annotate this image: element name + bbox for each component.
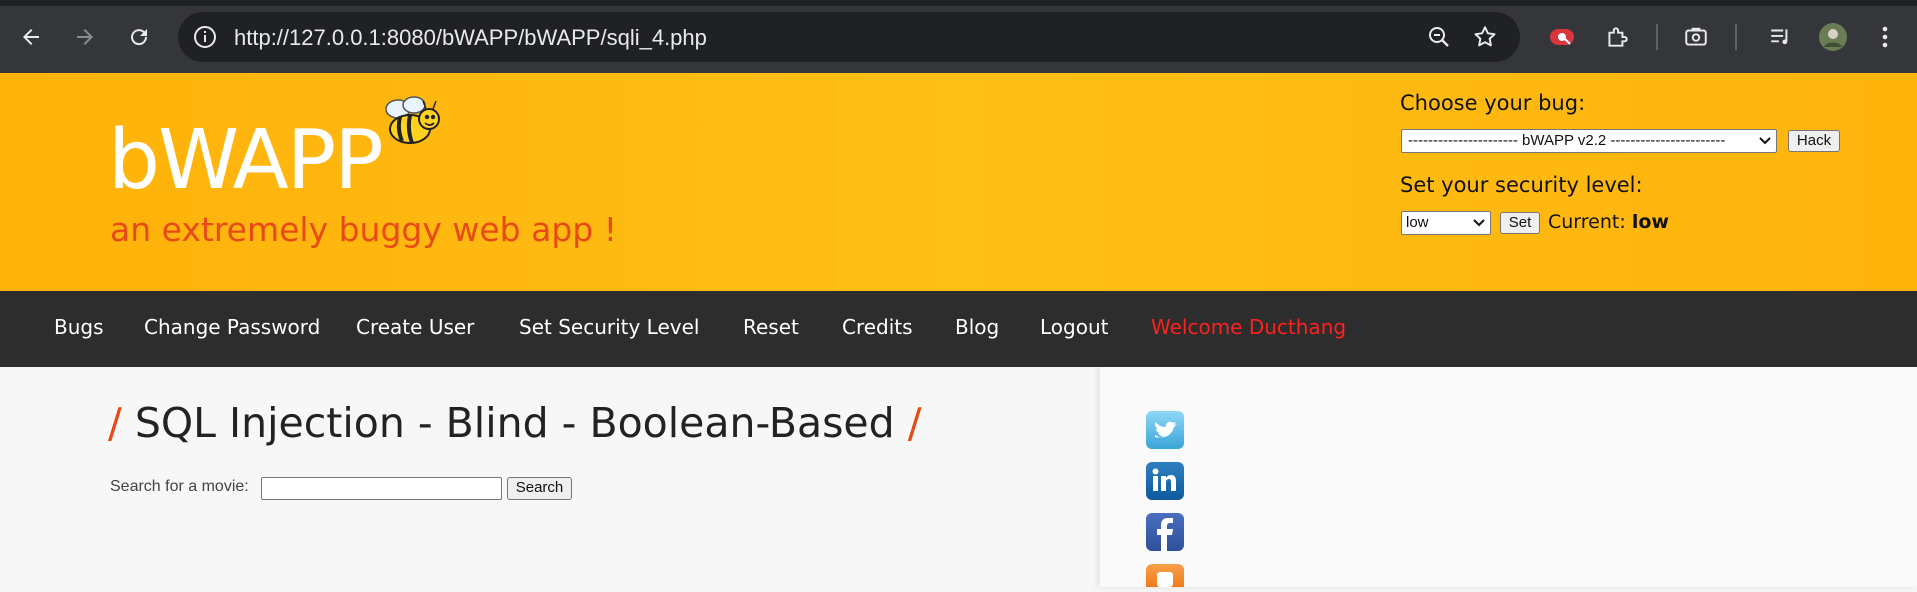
site-info-icon[interactable] [192,24,218,55]
url-text: http://127.0.0.1:8080/bWAPP/bWAPP/sqli_4… [234,25,707,50]
profile-avatar[interactable] [1816,20,1850,54]
reload-icon[interactable] [122,20,156,54]
facebook-icon[interactable] [1146,513,1184,551]
menu-blog[interactable]: Blog [955,315,999,339]
site-header: bWAPP an extremely buggy web app ! Choos… [0,73,1917,291]
more-menu-icon[interactable] [1868,20,1902,54]
main-menu: Bugs Change Password Create User Set Sec… [0,291,1917,367]
menu-change-password[interactable]: Change Password [144,315,320,339]
menu-credits[interactable]: Credits [842,315,913,339]
title-slash-right: / [907,399,922,447]
hack-button[interactable]: Hack [1788,130,1840,152]
blogger-icon[interactable] [1146,564,1184,587]
extensions-puzzle-icon[interactable] [1600,20,1634,54]
search-input[interactable] [261,477,502,500]
welcome-user: Welcome Ducthang [1151,315,1347,339]
security-select-value: low [1406,214,1429,231]
tab-strip-edge [0,0,1917,6]
menu-bugs[interactable]: Bugs [54,315,104,339]
sidebar [1100,367,1917,587]
current-security-level: Current: low [1548,211,1669,233]
twitter-icon[interactable] [1146,411,1184,449]
search-button[interactable]: Search [507,477,572,500]
search-label: Search for a movie: [110,478,249,495]
site-tagline: an extremely buggy web app ! [110,210,617,249]
forward-icon[interactable] [68,20,102,54]
chevron-down-icon [1759,137,1771,145]
menu-logout[interactable]: Logout [1040,315,1108,339]
site-logo[interactable]: bWAPP [108,113,384,208]
bee-logo-icon [380,95,444,156]
back-icon[interactable] [14,20,48,54]
screenshot-icon[interactable] [1679,20,1713,54]
bug-select[interactable]: ---------------------- bWAPP v2.2 ------… [1401,129,1777,153]
zoom-icon[interactable] [1426,24,1452,55]
choose-bug-label: Choose your bug: [1400,91,1586,115]
security-level-label: Set your security level: [1400,173,1643,197]
security-level-select[interactable]: low [1401,211,1491,235]
toolbar-separator [1735,24,1737,50]
page-title-text: SQL Injection - Blind - Boolean-Based [134,399,895,447]
browser-toolbar: http://127.0.0.1:8080/bWAPP/bWAPP/sqli_4… [0,0,1917,73]
bug-select-value: ---------------------- bWAPP v2.2 ------… [1408,132,1726,149]
title-slash-left: / [108,399,122,447]
menu-reset[interactable]: Reset [743,315,799,339]
set-button[interactable]: Set [1500,212,1540,234]
address-bar[interactable]: http://127.0.0.1:8080/bWAPP/bWAPP/sqli_4… [178,12,1520,62]
current-value: low [1631,211,1669,233]
linkedin-icon[interactable] [1146,462,1184,500]
page-title: / SQL Injection - Blind - Boolean-Based … [108,399,922,447]
current-label: Current: [1548,211,1626,233]
main-content: / SQL Injection - Blind - Boolean-Based … [0,367,1917,587]
media-queue-icon[interactable] [1764,20,1798,54]
chevron-down-icon [1473,219,1485,227]
toolbar-separator [1656,24,1658,50]
extension-record-icon[interactable] [1545,20,1579,54]
bookmark-star-icon[interactable] [1472,24,1498,55]
menu-create-user[interactable]: Create User [356,315,474,339]
menu-set-security-level[interactable]: Set Security Level [519,315,699,339]
